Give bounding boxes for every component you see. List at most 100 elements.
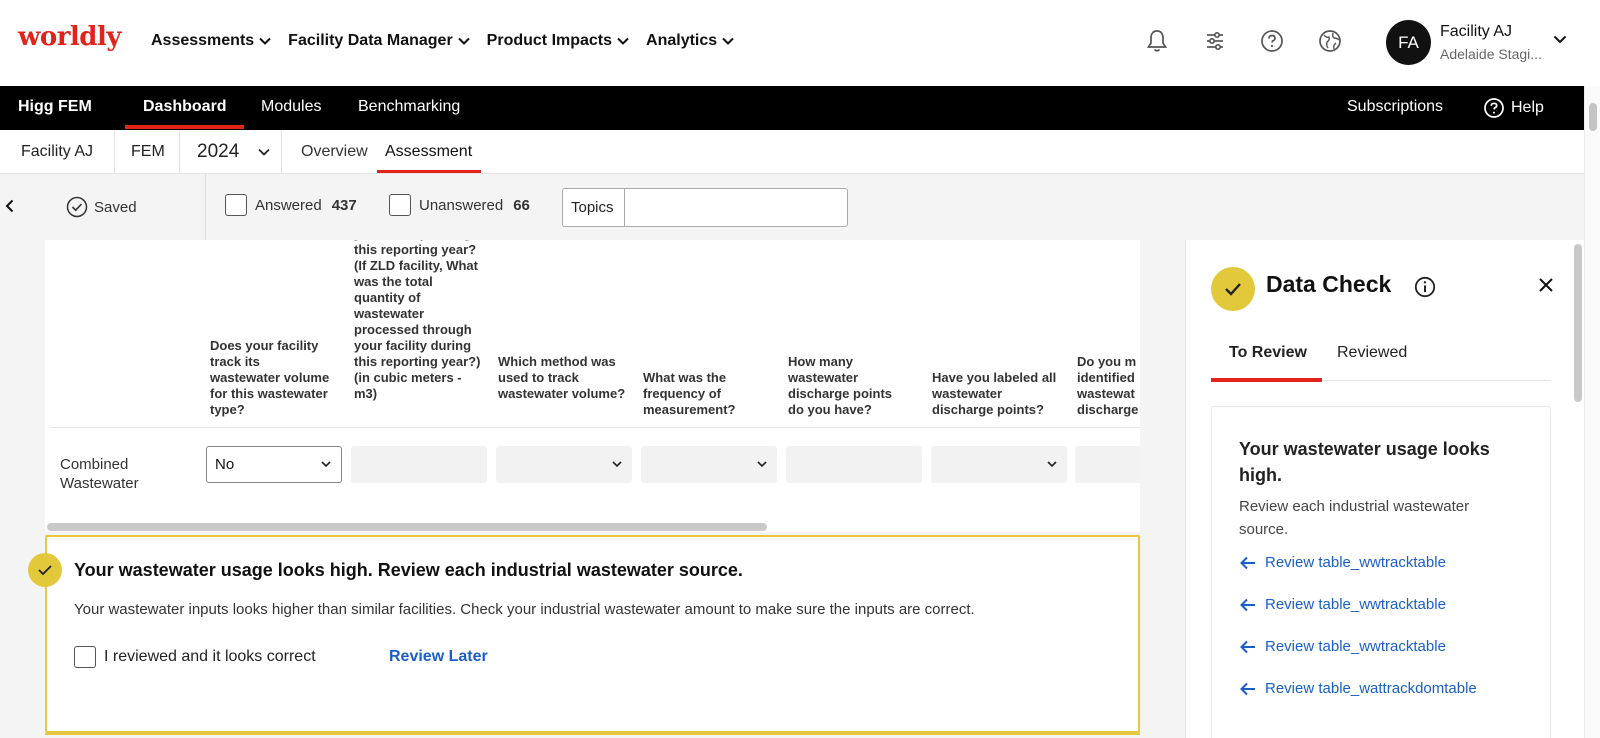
menu-product-impacts[interactable]: Product Impacts [487,32,629,50]
unanswered-checkbox[interactable] [389,194,411,216]
year-select[interactable]: 2024 [197,130,270,174]
panel-scrollbar[interactable] [1574,244,1582,402]
column-header: Does your facility track its wastewater … [210,338,330,417]
horizontal-scrollbar[interactable] [47,523,767,531]
column-header: your facility during this reporting year… [354,240,481,401]
identified-input[interactable] [1075,446,1140,483]
track-volume-select[interactable]: No [206,446,342,483]
data-check-alert: Your wastewater usage looks high. Review… [45,535,1140,733]
review-link[interactable]: Review table_wwtracktable [1239,554,1446,571]
menu-label: Product Impacts [486,32,613,49]
unanswered-filter[interactable]: Unanswered 66 [389,194,530,216]
review-link-label: Review table_wattrackdomtable [1265,680,1477,697]
worldly-logo[interactable]: worldly [18,22,121,52]
reviewed-checkbox[interactable] [74,646,96,668]
menu-label: Analytics [646,32,718,49]
column-header: Do you m identified wastewat discharge [1077,354,1139,417]
alert-title: Your wastewater usage looks high. Review… [74,560,743,580]
year-value: 2024 [197,141,240,162]
chevron-down-icon [757,461,767,468]
saved-label: Saved [94,198,137,216]
divider [281,130,282,174]
answered-filter[interactable]: Answered 437 [225,194,357,216]
card-description: Review each industrial wastewater source… [1239,498,1470,538]
tab-dashboard[interactable]: Dashboard [143,98,227,116]
check-icon [28,553,62,587]
check-icon [1211,267,1255,311]
panel-title: Data Check [1266,271,1392,297]
menu-analytics[interactable]: Analytics [646,32,734,50]
topics-label: Topics [563,189,625,226]
method-select[interactable] [496,446,632,483]
menu-label: Facility Data Manager [288,32,453,49]
topics-input[interactable] [625,189,847,226]
chevron-left-icon[interactable] [5,199,15,213]
review-link[interactable]: Review table_wwtracktable [1239,596,1446,613]
page-scrollbar[interactable] [1589,103,1597,131]
top-navigation: worldly Assessments Facility Data Manage… [0,0,1584,86]
row-label-text: Combined Wastewater [60,456,139,492]
module-brand[interactable]: Higg FEM [18,98,92,116]
chevron-down-icon [617,37,629,45]
menu-label: Assessments [151,32,255,49]
help-link[interactable]: Help [1483,97,1544,119]
chevron-down-icon [259,37,271,45]
review-link-label: Review table_wwtracktable [1265,596,1446,613]
reviewed-checkbox-row[interactable]: I reviewed and it looks correct [74,646,316,668]
check-circle-icon [66,196,88,218]
tab-modules[interactable]: Modules [261,98,321,116]
chevron-down-icon [612,461,622,468]
review-link[interactable]: Review table_wattrackdomtable [1239,680,1477,697]
page-scrollbar-track [1584,86,1600,738]
user-organization: Adelaide Stagi... [1440,46,1542,62]
help-label: Help [1511,99,1544,116]
chevron-down-icon[interactable] [1553,35,1567,44]
tab-reviewed[interactable]: Reviewed [1337,344,1407,362]
avatar[interactable]: FA [1386,20,1431,65]
answered-checkbox[interactable] [225,194,247,216]
globe-icon[interactable] [1317,28,1343,54]
answered-count: 437 [331,196,357,214]
facility-breadcrumb[interactable]: Facility AJ [21,130,93,174]
review-card: Your wastewater usage looks high. Review… [1211,406,1551,738]
frequency-select[interactable] [641,446,777,483]
sliders-icon[interactable] [1202,28,1228,54]
review-link[interactable]: Review table_wwtracktable [1239,638,1446,655]
unanswered-label: Unanswered [419,196,504,214]
volume-input[interactable] [351,446,487,483]
info-icon[interactable] [1414,276,1436,298]
chevron-down-icon [321,461,331,468]
menu-facility-data-manager[interactable]: Facility Data Manager [288,32,470,50]
chevron-down-icon [1047,461,1057,468]
labeled-select[interactable] [931,446,1067,483]
help-icon [1484,98,1504,118]
column-header: Have you labeled all wastewater discharg… [932,370,1057,417]
divider [205,174,206,240]
main-menu: Assessments Facility Data Manager Produc… [151,32,751,50]
review-later-button[interactable]: Review Later [389,648,488,666]
tab-overview[interactable]: Overview [301,143,368,161]
next-alert-edge [45,733,1140,738]
user-name[interactable]: Facility AJ [1440,23,1512,41]
arrow-left-icon [1240,640,1255,653]
data-check-panel: Data Check To Review Reviewed Your waste… [1185,240,1569,738]
chevron-down-icon [722,37,734,45]
subscriptions-link[interactable]: Subscriptions [1347,98,1443,116]
bell-icon[interactable] [1144,28,1170,54]
arrow-left-icon [1240,598,1255,611]
close-icon[interactable] [1538,277,1554,293]
help-icon[interactable] [1259,28,1285,54]
unanswered-count: 66 [513,196,530,214]
review-link-label: Review table_wwtracktable [1265,554,1446,571]
menu-assessments[interactable]: Assessments [151,32,271,50]
tab-to-review[interactable]: To Review [1229,344,1307,362]
alert-message: Your wastewater inputs looks higher than… [74,601,975,618]
divider [114,130,115,174]
column-header: What was the frequency of measurement? [643,370,736,417]
divider [179,130,180,174]
tab-assessment[interactable]: Assessment [385,143,472,161]
discharge-points-input[interactable] [786,446,922,483]
module-breadcrumb[interactable]: FEM [131,130,165,174]
card-title: Your wastewater usage looks high. [1239,439,1490,485]
tab-benchmarking[interactable]: Benchmarking [358,98,460,116]
